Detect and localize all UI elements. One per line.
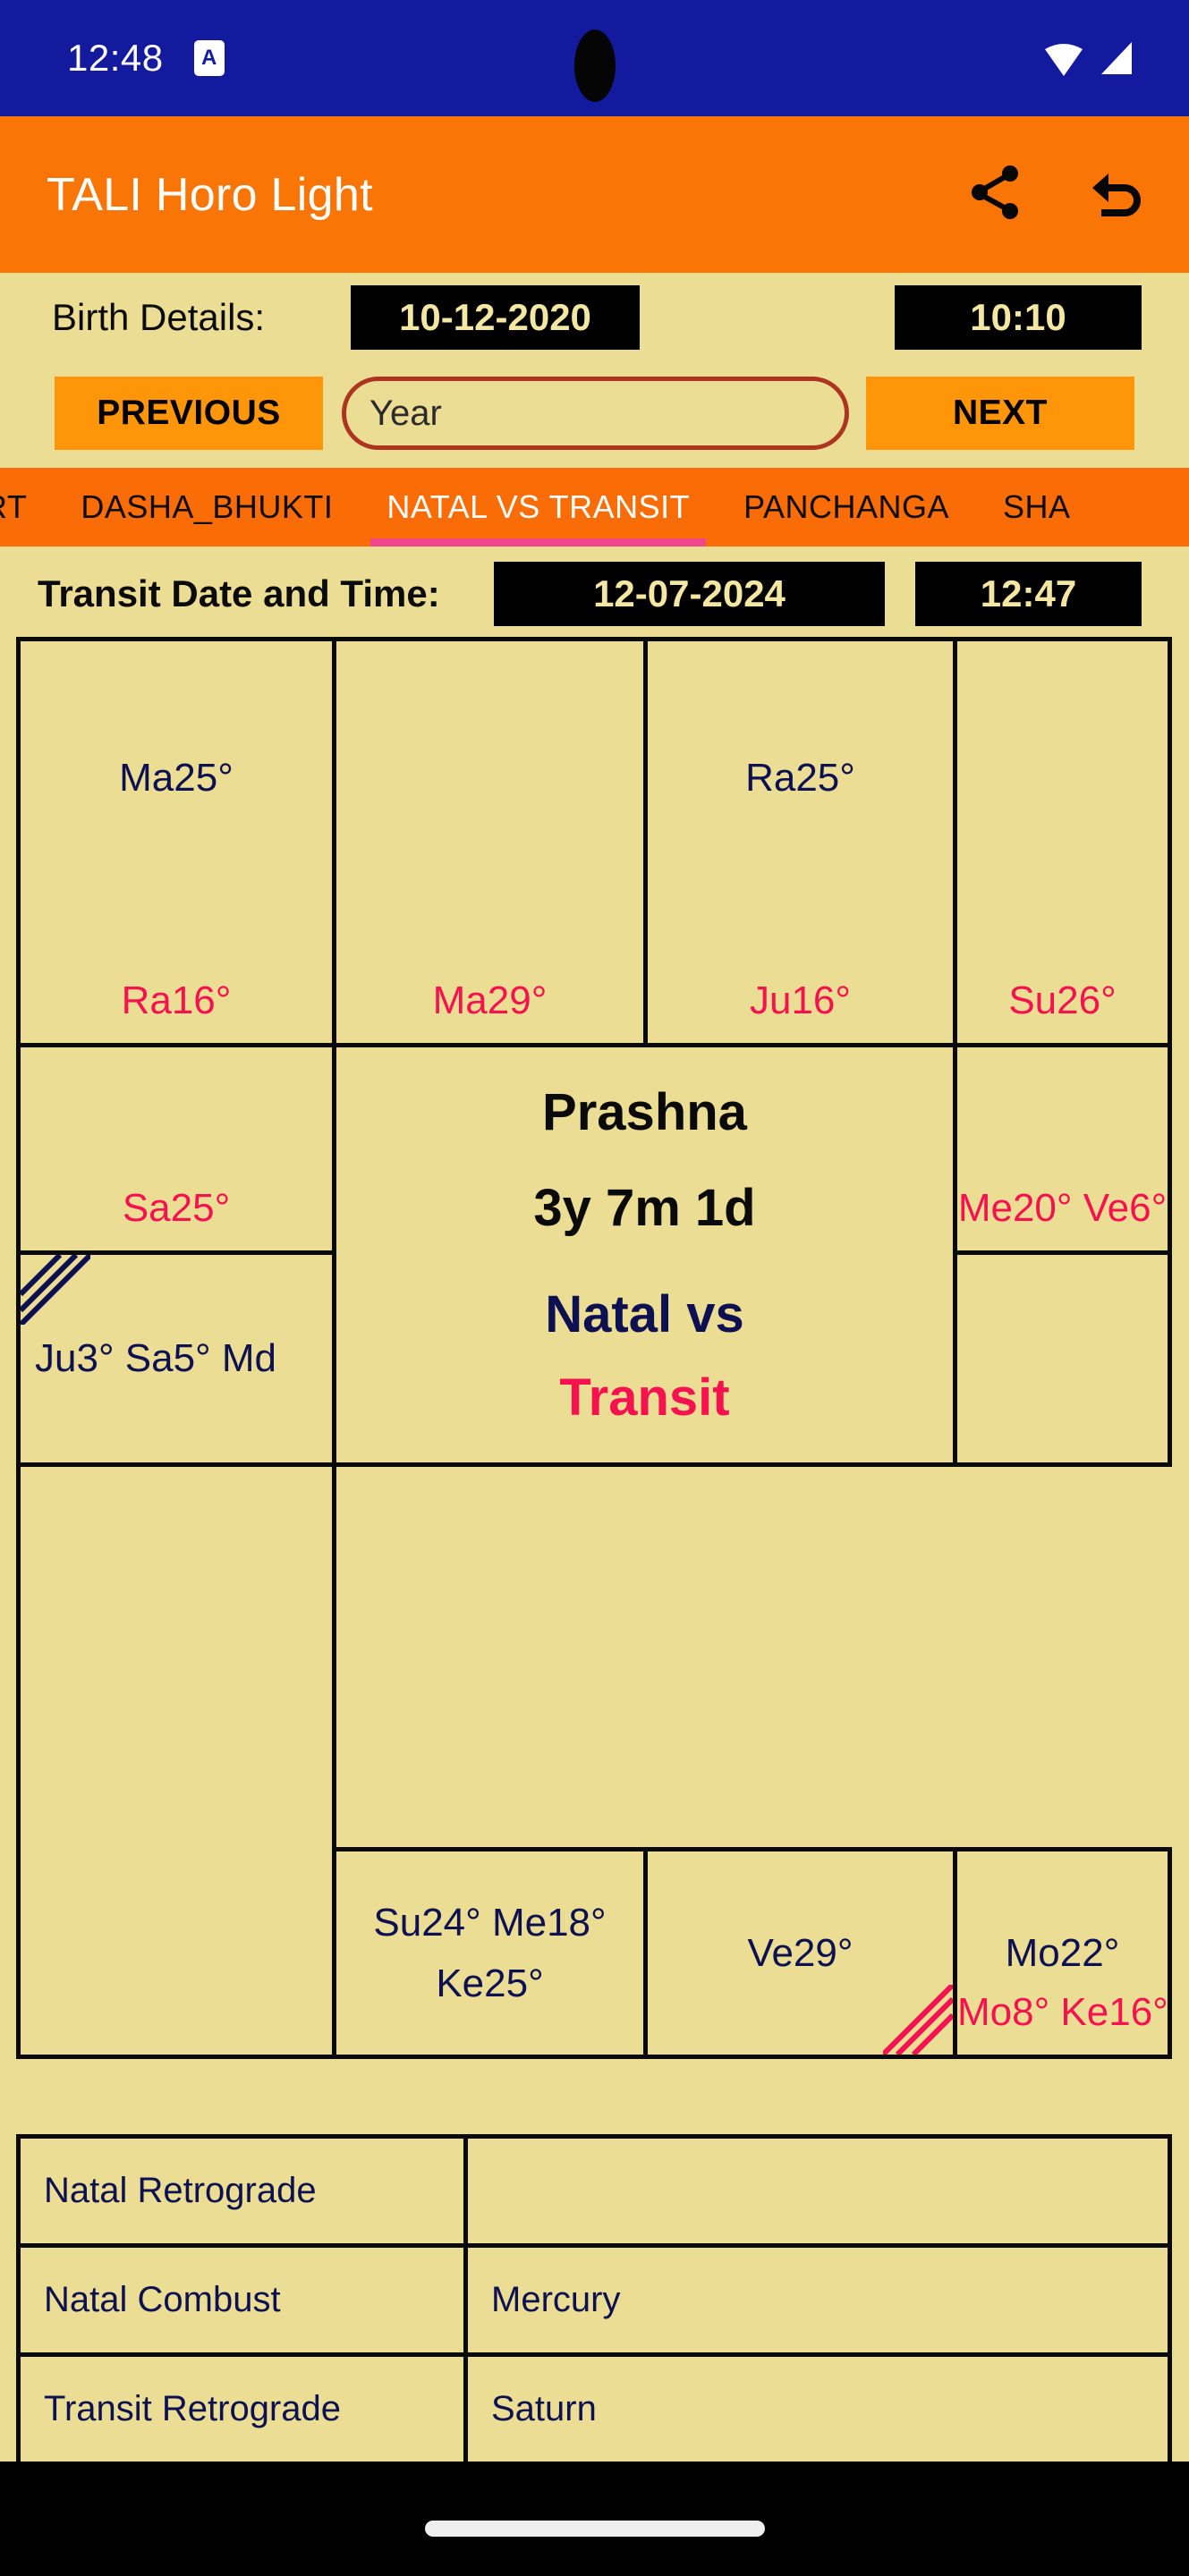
retrograde-combust-table: Natal Retrograde Natal Combust Mercury T… (16, 2134, 1172, 2493)
chart-cell-natal: Ma25° (119, 755, 234, 800)
app-screen: 12:48 A TALI Horo Light Birth Details: 1… (0, 0, 1189, 2576)
chart-cell-transit: Me20° Ve6° (957, 1186, 1168, 1230)
chart-cell-transit: Ra16° (121, 979, 232, 1022)
chart-cell-natal: Mo22° (1005, 1930, 1120, 1975)
tab-panchanga[interactable]: PANCHANGA (717, 468, 976, 547)
table-row: Transit Retrograde Saturn (21, 2357, 1168, 2466)
chart-cell-7[interactable]: Ju3° Sa5° Md (16, 1250, 336, 1467)
chart-cell-transit: Sa25° (122, 1186, 231, 1230)
chart-cell-6[interactable]: Me20° Ve6° (953, 1043, 1172, 1255)
table-cell-value: Mercury (491, 2280, 621, 2319)
chart-centre-line-1: Prashna (542, 1083, 747, 1141)
chart-cell-1[interactable]: Ma25° Ra16° (16, 637, 336, 1047)
chart-cell-natal: Ve29° (747, 1930, 854, 1975)
chart-cell-2[interactable]: Ma29° (332, 637, 648, 1047)
table-row: Natal Combust Mercury (21, 2248, 1168, 2357)
share-button[interactable] (964, 163, 1028, 227)
app-bar-actions (964, 163, 1148, 227)
table-cell-value (468, 2139, 1168, 2243)
chart-cell-natal: Su24° Me18° Ke25° (373, 1900, 607, 2005)
tab-natal-vs-transit[interactable]: NATAL VS TRANSIT (360, 468, 717, 547)
tab-chart[interactable]: RT (0, 468, 54, 547)
chart-centre-line-2: 3y 7m 1d (533, 1179, 756, 1237)
chart-centre-line-4: Transit (559, 1368, 730, 1427)
table-cell-key: Transit Retrograde (21, 2357, 468, 2462)
tab-shadbala[interactable]: SHA (976, 468, 1098, 547)
status-bar: 12:48 A (0, 0, 1189, 116)
system-navigation-bar (0, 2462, 1189, 2576)
transit-date-field[interactable]: 12-07-2024 (494, 562, 885, 626)
chart-cell-12[interactable]: Mo22° Mo8° Ke16° (953, 1847, 1172, 2059)
table-cell-key: Natal Retrograde (21, 2139, 468, 2243)
natal-ascendant-marker-icon (21, 1255, 93, 1327)
gesture-home-pill[interactable] (424, 2521, 765, 2537)
table-row: Natal Retrograde (21, 2139, 1168, 2248)
undo-button[interactable] (1083, 163, 1148, 227)
birth-date-field[interactable]: 10-12-2020 (351, 285, 640, 350)
chart-cell-3[interactable]: Ra25° Ju16° (643, 637, 957, 1047)
wifi-icon (1043, 40, 1084, 76)
tab-bar: RT DASHA_BHUKTI NATAL VS TRANSIT PANCHAN… (0, 468, 1189, 547)
table-cell-value: Saturn (491, 2389, 597, 2428)
next-button[interactable]: NEXT (866, 377, 1134, 450)
previous-button[interactable]: PREVIOUS (55, 377, 323, 450)
chart-cell-transit: Ju16° (749, 979, 851, 1022)
transit-datetime-label: Transit Date and Time: (38, 572, 440, 614)
chart-cell-4[interactable]: Su26° (953, 637, 1172, 1047)
app-bar: TALI Horo Light (0, 116, 1189, 273)
chart-cell-natal: Ra25° (745, 755, 855, 800)
status-bar-clock: 12:48 (67, 37, 164, 79)
undo-icon (1083, 165, 1148, 225)
chart-cell-transit: Mo8° Ke16° (957, 1990, 1168, 2034)
transit-time-field[interactable]: 12:47 (915, 562, 1142, 626)
chart-cell-10[interactable]: Su24° Me18° Ke25° (332, 1847, 648, 2059)
birth-details-row: Birth Details: 10-12-2020 10:10 (0, 285, 1189, 350)
birth-time-field[interactable]: 10:10 (895, 285, 1142, 350)
page-title: TALI Horo Light (47, 168, 373, 221)
chart-cell-transit: Ma29° (432, 979, 548, 1022)
tab-list: RT DASHA_BHUKTI NATAL VS TRANSIT PANCHAN… (0, 468, 1098, 547)
year-navigation-row: PREVIOUS NEXT (0, 377, 1189, 450)
chart-cell-5[interactable]: Sa25° (16, 1043, 336, 1255)
share-icon (970, 165, 1022, 225)
chart-cell-transit: Su26° (1008, 979, 1117, 1022)
chart-centre-block: Prashna 3y 7m 1d Natal vs Transit (332, 1043, 957, 1467)
tab-dasha-bhukti[interactable]: DASHA_BHUKTI (54, 468, 360, 547)
chart-centre-line-3: Natal vs (545, 1285, 744, 1343)
chart-cell-11[interactable]: Ve29° (643, 1847, 957, 2059)
transit-datetime-row: Transit Date and Time: 12-07-2024 12:47 (0, 562, 1189, 626)
notification-badge-icon: A (193, 40, 225, 76)
year-input[interactable] (342, 377, 849, 450)
signal-icon (1096, 40, 1134, 76)
chart-cell-natal: Ju3° Sa5° Md (35, 1335, 276, 1380)
status-bar-indicators (1043, 40, 1134, 76)
transit-ascendant-marker-icon (880, 1982, 953, 2055)
table-cell-key: Natal Combust (21, 2248, 468, 2352)
chart-cell-9[interactable] (16, 1462, 336, 2059)
natal-transit-chart: Ma25° Ra16° Ma29° Ra25° Ju16° Su26° Sa25… (16, 637, 1172, 2059)
chart-cell-8[interactable] (953, 1250, 1172, 1467)
birth-details-label: Birth Details: (52, 296, 266, 338)
camera-punch-hole (573, 30, 616, 102)
